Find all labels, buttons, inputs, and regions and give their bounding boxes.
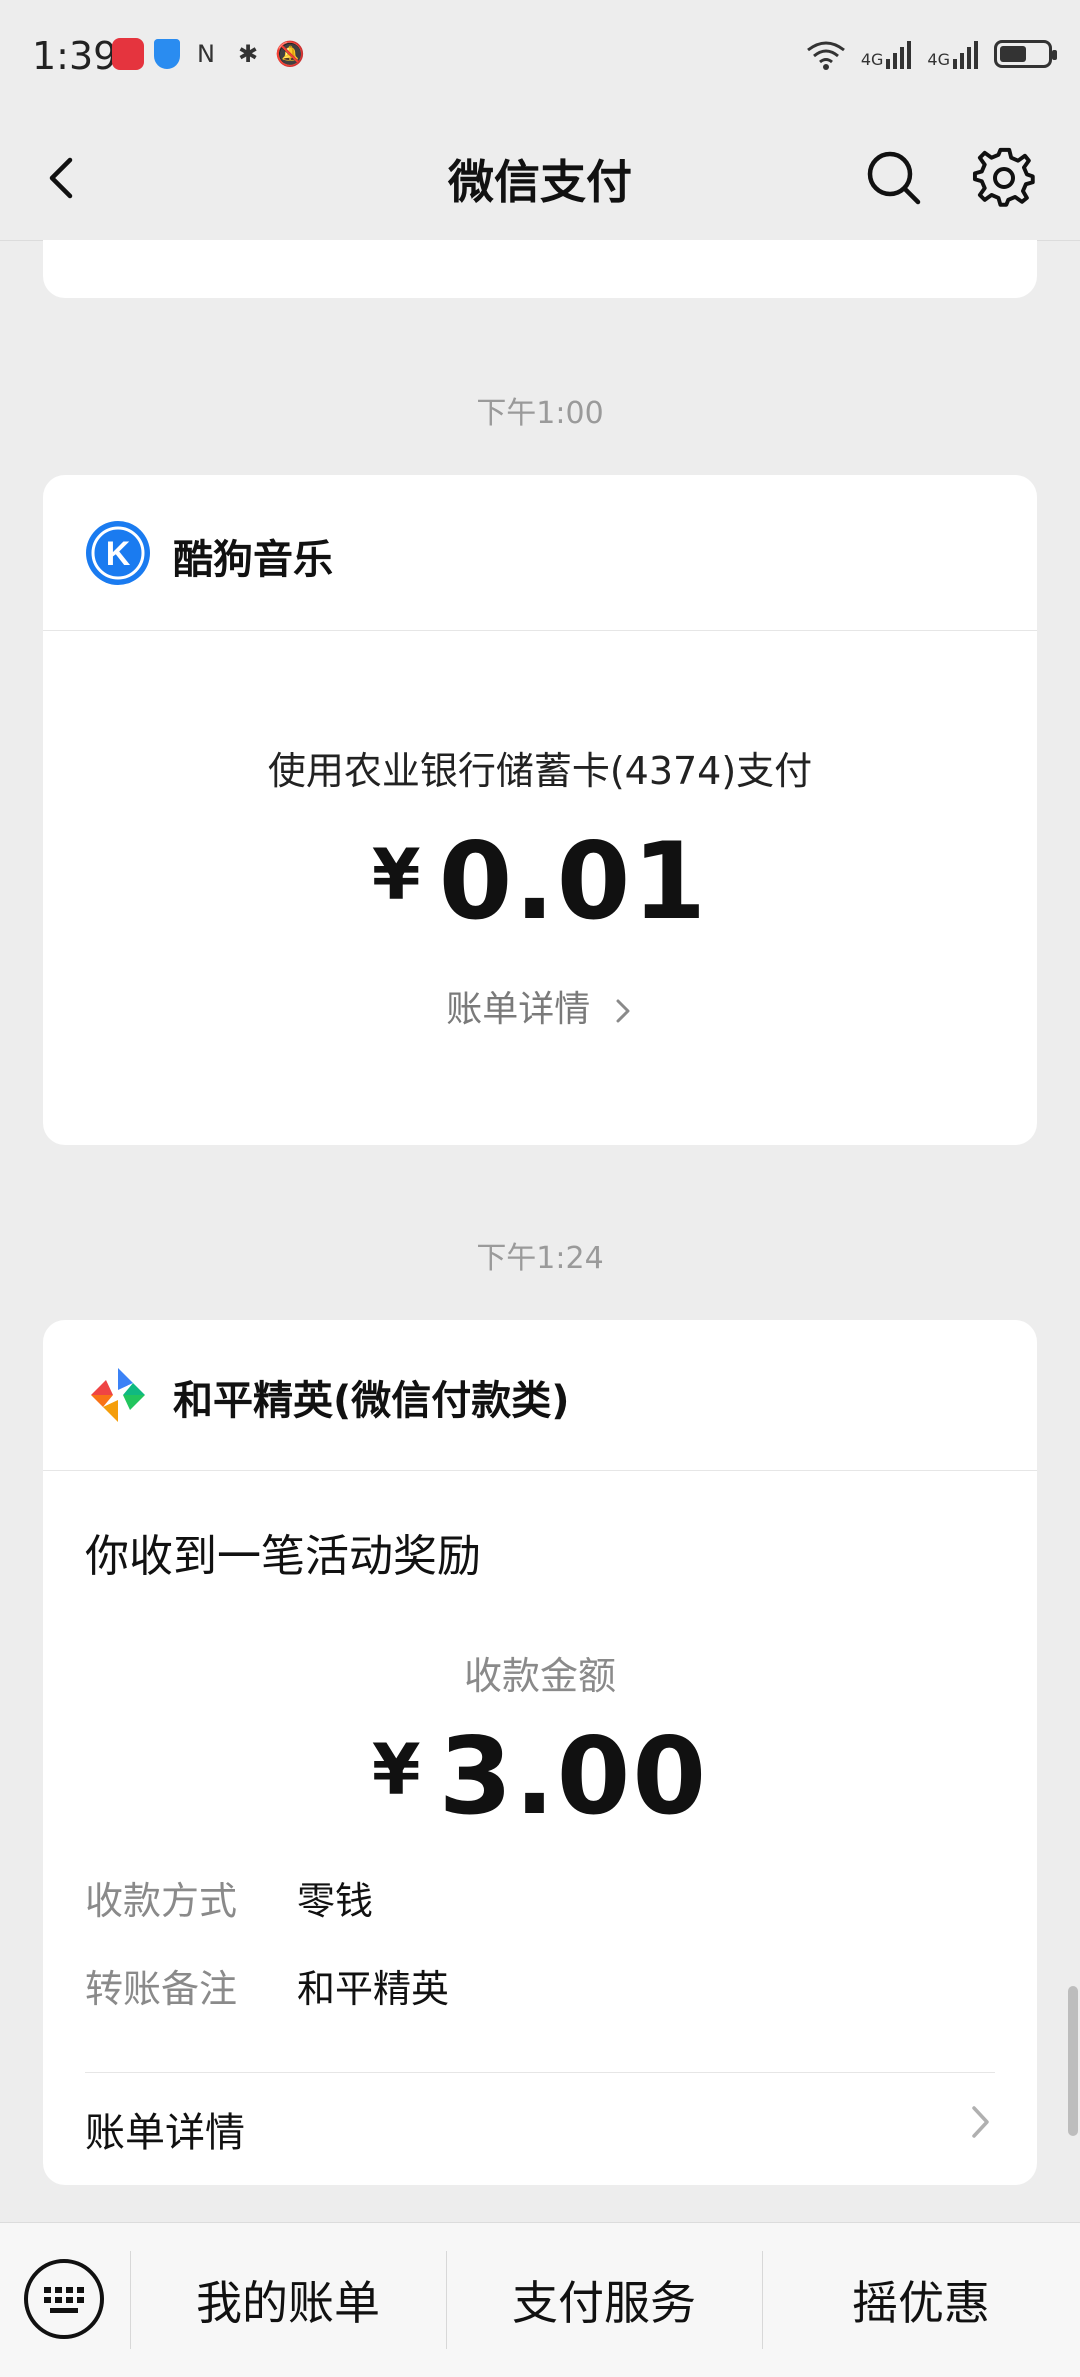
reward-title: 你收到一笔活动奖励	[85, 1531, 481, 1582]
field-key: 转账备注	[85, 1967, 238, 2011]
keyboard-toggle-icon[interactable]	[22, 2257, 106, 2341]
nfc-icon: N	[197, 40, 215, 68]
payment-card-kugou[interactable]: K 酷狗音乐 使用农业银行储蓄卡(4374)支付 ¥0.01 账单详情	[43, 475, 1037, 1145]
search-icon[interactable]	[862, 146, 926, 210]
chevron-right-icon	[616, 999, 630, 1023]
chevron-right-icon	[972, 2106, 989, 2138]
bill-detail-label: 账单详情	[446, 989, 591, 1030]
menu-payment-services[interactable]: 支付服务	[446, 2223, 762, 2377]
amount-value: 0.01	[438, 820, 709, 943]
status-time: 1:39	[32, 34, 118, 78]
signal-2-icon: 4G	[927, 39, 980, 69]
divider	[85, 2072, 995, 2073]
bill-detail-row[interactable]: 账单详情	[85, 2100, 995, 2158]
shield-icon	[154, 39, 180, 69]
menu-my-bills[interactable]: 我的账单	[130, 2223, 446, 2377]
amount-value: 3.00	[438, 1715, 709, 1838]
status-right: 4G 4G	[805, 38, 1057, 70]
bluetooth-icon: ✱	[237, 40, 259, 68]
wifi-icon	[806, 41, 845, 70]
app-notification-icon	[112, 38, 144, 70]
bottom-menu-bar: 我的账单 支付服务 摇优惠	[0, 2222, 1080, 2377]
card-header: K 酷狗音乐	[43, 475, 1037, 631]
kugou-logo-icon: K	[86, 521, 150, 585]
peace-elite-logo-icon	[91, 1368, 145, 1422]
currency-symbol: ¥	[371, 834, 421, 916]
menu-shake-offers[interactable]: 摇优惠	[762, 2223, 1080, 2377]
gear-icon[interactable]	[972, 146, 1036, 210]
merchant-name: 和平精英(微信付款类)	[173, 1378, 570, 1424]
status-bar: 1:39 N ✱ 🔕 4G 4G	[0, 0, 1080, 118]
mute-icon: 🔕	[275, 40, 305, 68]
message-timestamp: 下午1:24	[476, 1241, 604, 1276]
battery-icon	[994, 40, 1057, 68]
nav-bar: 微信支付	[0, 118, 1080, 241]
scrollbar[interactable]	[1068, 1986, 1078, 2136]
field-row-payment-method: 收款方式 零钱	[85, 1870, 373, 1925]
currency-symbol: ¥	[371, 1729, 421, 1811]
card-header: 和平精英(微信付款类)	[43, 1320, 1037, 1471]
field-key: 收款方式	[85, 1879, 238, 1923]
field-value: 和平精英	[297, 1967, 450, 2011]
bill-detail-link[interactable]: 账单详情	[43, 980, 1037, 1032]
received-amount: ¥3.00	[43, 1715, 1037, 1838]
bill-detail-label: 账单详情	[85, 2110, 245, 2156]
payment-method-text: 使用农业银行储蓄卡(4374)支付	[267, 749, 813, 793]
payment-card-peace-elite[interactable]: 和平精英(微信付款类) 你收到一笔活动奖励 收款金额 ¥3.00 收款方式 零钱 …	[43, 1320, 1037, 2185]
payment-amount: ¥0.01	[43, 820, 1037, 943]
svg-text:K: K	[106, 535, 131, 573]
merchant-name: 酷狗音乐	[173, 537, 333, 583]
signal-1-icon: 4G	[861, 39, 914, 69]
field-value: 零钱	[297, 1879, 374, 1923]
previous-message-card	[43, 240, 1037, 298]
message-timestamp: 下午1:00	[476, 396, 604, 431]
field-row-transfer-note: 转账备注 和平精英	[85, 1958, 449, 2013]
notification-icons: N ✱ 🔕	[112, 38, 306, 70]
amount-label: 收款金额	[463, 1654, 616, 1698]
